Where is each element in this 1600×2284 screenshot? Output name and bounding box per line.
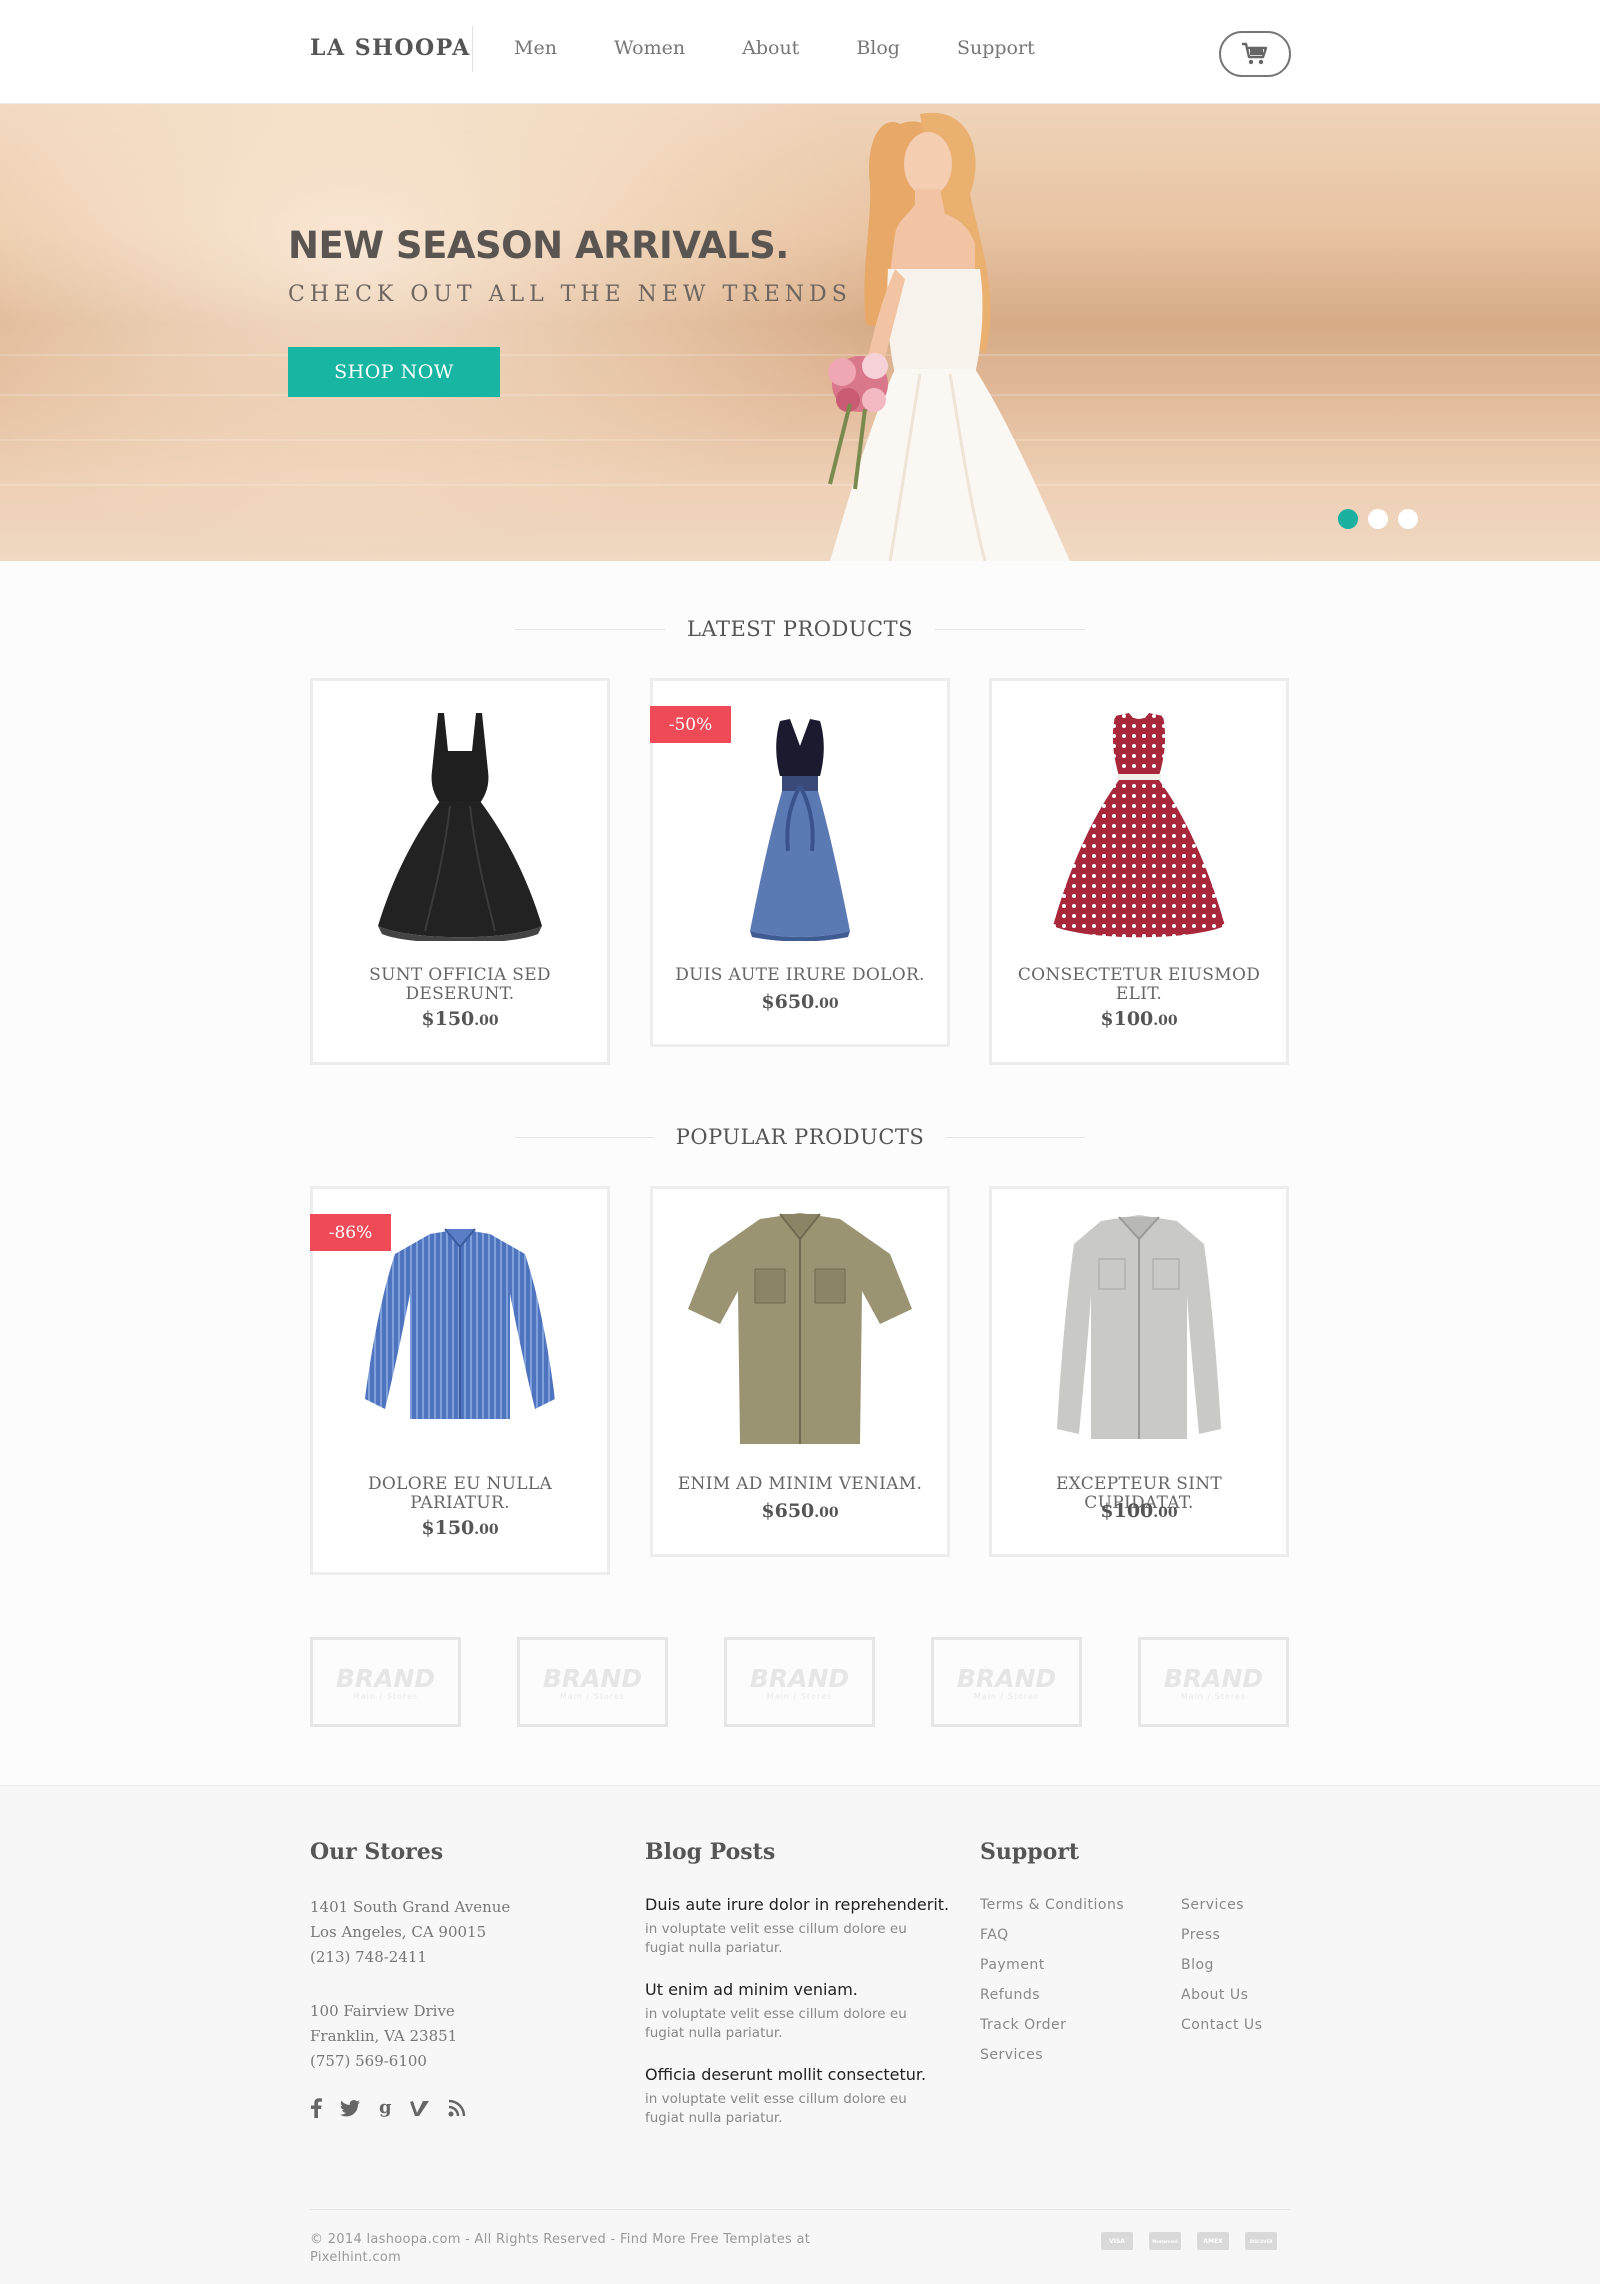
support-link[interactable]: Refunds [980, 1987, 1040, 2003]
product-name[interactable]: ENIM AD MINIM VENIAM. [663, 1475, 937, 1494]
brand-logo[interactable]: BRAND Main / Stores [517, 1637, 668, 1727]
grey-shirt-icon [1057, 1215, 1221, 1439]
support-link[interactable]: Track Order [980, 2017, 1066, 2033]
support-link[interactable]: FAQ [980, 1927, 1009, 1943]
brand-logo[interactable]: BRAND Main / Stores [310, 1637, 461, 1727]
facebook-icon[interactable] [310, 2098, 322, 2118]
nav-divider [472, 26, 473, 72]
stores-heading: Our Stores [310, 1839, 444, 1865]
blog-post-title[interactable]: Ut enim ad minim veniam. [645, 1980, 858, 1999]
shop-now-button[interactable]: SHOP NOW [288, 347, 500, 397]
support-link[interactable]: Press [1181, 1927, 1220, 1943]
hero-subtitle: CHECK OUT ALL THE NEW TRENDS [288, 282, 852, 307]
store-address: 100 Fairview Drive Franklin, VA 23851 (7… [310, 2002, 458, 2070]
copyright-text: © 2014 lashoopa.com - All Rights Reserve… [310, 2232, 811, 2265]
product-price: $150.00 [421, 1008, 499, 1030]
google-plus-icon[interactable]: g [378, 2098, 392, 2118]
payment-icons: VISA Mastercard AMEX DISCOVER [1101, 2232, 1277, 2250]
blog-post-excerpt: in voluptate velit esse cillum dolore eu… [645, 1921, 907, 1956]
hero-banner: NEW SEASON ARRIVALS. CHECK OUT ALL THE N… [0, 104, 1600, 561]
carousel-dot-3[interactable] [1398, 509, 1418, 529]
khaki-shirt-icon [688, 1213, 912, 1444]
brand-logo[interactable]: BRAND Main / Stores [931, 1637, 1082, 1727]
blog-post-excerpt: in voluptate velit esse cillum dolore eu… [645, 2006, 907, 2041]
nav-link-about[interactable]: About [742, 37, 799, 59]
support-heading: Support [980, 1839, 1080, 1865]
red-polka-dress-icon [1053, 713, 1225, 938]
product-price: $650.00 [761, 991, 839, 1013]
product-name[interactable]: DOLORE EU NULLA PARIATUR. [323, 1475, 597, 1513]
blog-post-title[interactable]: Duis aute irure dolor in reprehenderit. [645, 1895, 949, 1914]
support-link[interactable]: Payment [980, 1957, 1045, 1973]
product-card[interactable]: EXCEPTEUR SINT CUPIDATAT. $100.00 [989, 1186, 1289, 1557]
support-link[interactable]: Services [1181, 1897, 1244, 1913]
store-address: 1401 South Grand Avenue Los Angeles, CA … [310, 1898, 511, 1966]
footer-divider [310, 2209, 1290, 2210]
blue-striped-shirt-icon [365, 1228, 555, 1419]
nav-link-women[interactable]: Women [614, 37, 685, 59]
product-card[interactable]: SUNT OFFICIA SED DESERUNT. $150.00 [310, 678, 610, 1065]
brand-logo[interactable]: BRAND Main / Stores [724, 1637, 875, 1727]
carousel-dots [1338, 509, 1418, 529]
support-link[interactable]: Services [980, 2047, 1043, 2063]
rss-icon[interactable] [448, 2099, 466, 2117]
nav-link-support[interactable]: Support [957, 37, 1035, 59]
amex-icon: AMEX [1197, 2232, 1229, 2250]
product-price: $100.00 [1100, 1008, 1178, 1030]
carousel-dot-2[interactable] [1368, 509, 1388, 529]
discover-icon: DISCOVER [1245, 2232, 1277, 2250]
cart-icon [1242, 42, 1268, 65]
blog-heading: Blog Posts [645, 1839, 776, 1865]
vimeo-icon[interactable] [410, 2099, 430, 2117]
product-card[interactable]: ENIM AD MINIM VENIAM. $650.00 [650, 1186, 950, 1557]
product-card[interactable]: -86% DOLORE EU NULLA PARIATUR. $150.00 [310, 1186, 610, 1575]
brand-logo[interactable]: BRAND Main / Stores [1138, 1637, 1289, 1727]
support-link[interactable]: Contact Us [1181, 2017, 1262, 2033]
product-name[interactable]: DUIS AUTE IRURE DOLOR. [663, 966, 937, 985]
product-price: $150.00 [421, 1517, 499, 1539]
support-link[interactable]: Terms & Conditions [980, 1897, 1124, 1913]
support-link[interactable]: Blog [1181, 1957, 1214, 1973]
latest-products-heading: LATEST PRODUCTS [515, 617, 1085, 641]
nav-link-blog[interactable]: Blog [856, 37, 900, 59]
mastercard-icon: Mastercard [1149, 2232, 1181, 2250]
carousel-dot-1[interactable] [1338, 509, 1358, 529]
blog-post-excerpt: in voluptate velit esse cillum dolore eu… [645, 2091, 907, 2126]
blue-dress-icon [750, 719, 850, 941]
black-dress-icon [378, 713, 542, 941]
product-name[interactable]: SUNT OFFICIA SED DESERUNT. [323, 966, 597, 1004]
hero-sunlight [0, 104, 900, 554]
product-name[interactable]: CONSECTETUR EIUSMOD ELIT. [1002, 966, 1276, 1004]
top-navbar: LA SHOOPA Men Women About Blog Support [0, 0, 1600, 104]
visa-icon: VISA [1101, 2232, 1133, 2250]
main-nav: Men Women About Blog Support [514, 37, 1035, 59]
site-logo[interactable]: LA SHOOPA [310, 35, 471, 61]
blog-post-title[interactable]: Officia deserunt mollit consectetur. [645, 2065, 926, 2084]
popular-products-heading: POPULAR PRODUCTS [515, 1125, 1085, 1149]
product-card[interactable]: CONSECTETUR EIUSMOD ELIT. $100.00 [989, 678, 1289, 1065]
cart-button[interactable] [1219, 31, 1291, 77]
product-price: $100.00 [1100, 1500, 1178, 1522]
nav-link-men[interactable]: Men [514, 37, 557, 59]
hero-model-image [828, 112, 1070, 561]
hero-title: NEW SEASON ARRIVALS. [288, 224, 789, 267]
twitter-icon[interactable] [340, 2099, 360, 2117]
product-card[interactable]: -50% DUIS AUTE IRURE DOLOR. $650.00 [650, 678, 950, 1047]
support-link[interactable]: About Us [1181, 1987, 1248, 2003]
svg-text:g: g [379, 2098, 392, 2118]
social-links: g [310, 2098, 466, 2118]
product-price: $650.00 [761, 1500, 839, 1522]
